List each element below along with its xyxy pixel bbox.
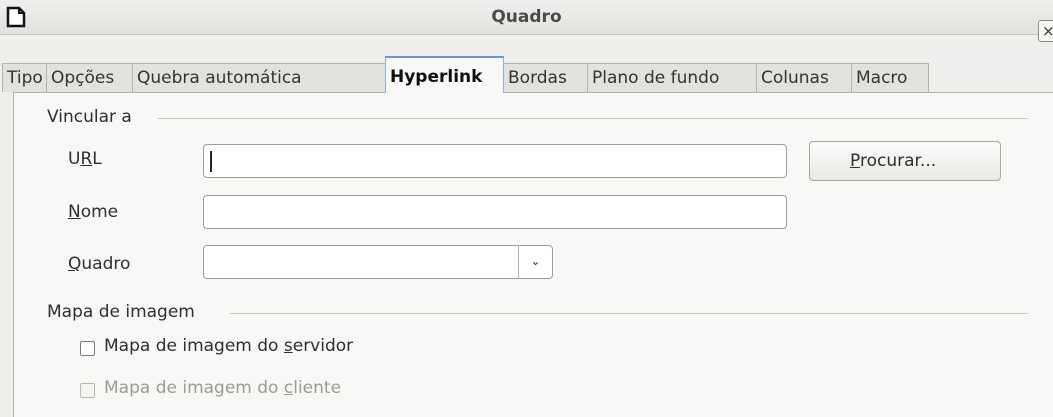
chevron-down-icon[interactable]: ⌄ — [518, 246, 552, 278]
tab-tipo[interactable]: Tipo — [2, 63, 47, 92]
tab-plano-de-fundo[interactable]: Plano de fundo — [587, 63, 757, 92]
tab-macro[interactable]: Macro — [851, 63, 929, 92]
section-label-image-map: Mapa de imagem — [47, 302, 195, 322]
tab-quebra-automatica[interactable]: Quebra automática — [132, 63, 386, 92]
tab-bordas[interactable]: Bordas — [503, 63, 588, 92]
client-map-label: Mapa de imagem do cliente — [104, 378, 342, 398]
frame-label: Quadro — [68, 254, 131, 274]
close-button[interactable]: × — [1038, 20, 1053, 42]
tab-opcoes[interactable]: Opções — [46, 63, 133, 92]
client-map-checkbox — [80, 383, 95, 398]
section-divider — [230, 313, 1028, 314]
section-label-link: Vincular a — [47, 107, 132, 127]
close-icon: × — [1042, 22, 1053, 40]
window-title: Quadro — [491, 7, 562, 27]
server-map-checkbox[interactable] — [80, 341, 95, 356]
name-label: Nome — [68, 202, 119, 222]
tab-colunas[interactable]: Colunas — [756, 63, 852, 92]
frame-dropdown[interactable]: ⌄ — [203, 245, 553, 279]
section-divider — [158, 118, 1028, 119]
url-input[interactable] — [203, 144, 787, 178]
server-map-label[interactable]: Mapa de imagem do servidor — [104, 336, 353, 356]
title-bar: Quadro — [0, 0, 1053, 35]
tab-hyperlink[interactable]: Hyperlink — [385, 56, 504, 93]
name-input[interactable] — [203, 195, 787, 229]
text-cursor — [210, 151, 212, 172]
browse-button[interactable]: Procurar... — [809, 141, 1001, 181]
url-label: URL — [68, 149, 102, 169]
